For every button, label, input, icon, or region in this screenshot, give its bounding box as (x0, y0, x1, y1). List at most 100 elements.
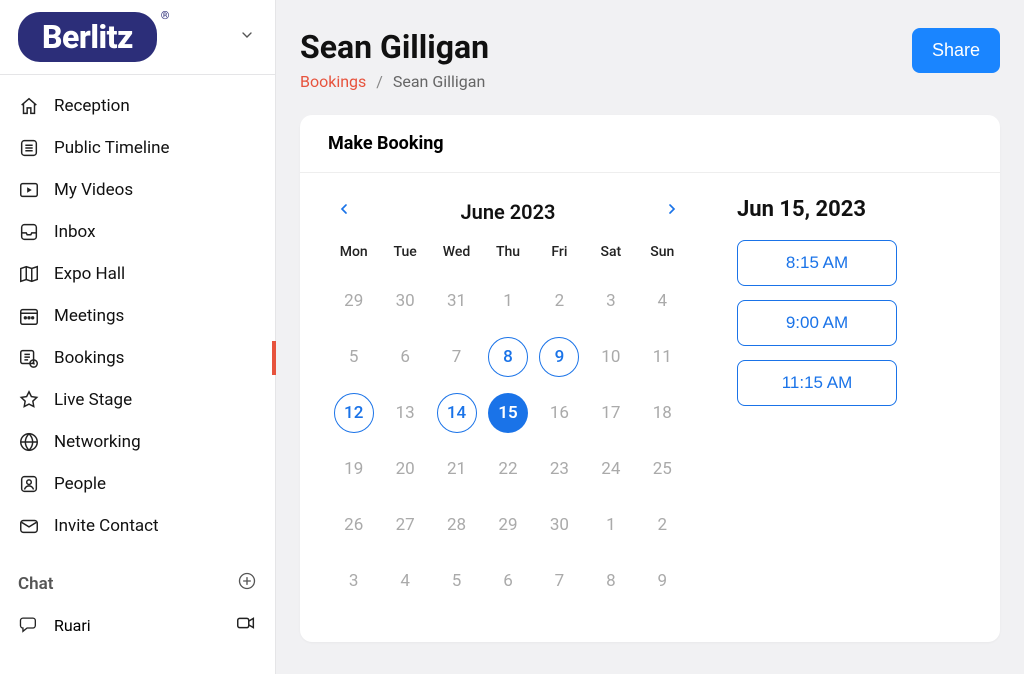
calendar-day[interactable]: 23 (539, 449, 579, 489)
time-slot-button[interactable]: 11:15 AM (737, 360, 897, 406)
calendar-day[interactable]: 13 (385, 393, 425, 433)
calendar-day[interactable]: 5 (334, 337, 374, 377)
chat-contact[interactable]: Ruari (0, 604, 275, 646)
sidebar-item-expo-hall[interactable]: Expo Hall (0, 253, 275, 295)
calendar-day[interactable]: 5 (437, 561, 477, 601)
calendar-day[interactable]: 3 (334, 561, 374, 601)
calendar-day[interactable]: 3 (591, 281, 631, 321)
sidebar-item-meetings[interactable]: Meetings (0, 295, 275, 337)
calendar-day[interactable]: 7 (437, 337, 477, 377)
logo-area: Berlitz ® (0, 0, 275, 74)
calendar-cell: 6 (379, 332, 430, 382)
calendar-day[interactable]: 11 (642, 337, 682, 377)
calendar-day[interactable]: 9 (642, 561, 682, 601)
calendar-day[interactable]: 15 (488, 393, 528, 433)
calendar-day[interactable]: 4 (385, 561, 425, 601)
calendar-cell: 10 (585, 332, 636, 382)
calendar-day[interactable]: 25 (642, 449, 682, 489)
time-slot-button[interactable]: 9:00 AM (737, 300, 897, 346)
calendar-day[interactable]: 1 (488, 281, 528, 321)
chat-header-label: Chat (18, 574, 53, 594)
brand-name: Berlitz (42, 18, 133, 56)
nav-list: ReceptionPublic TimelineMy VideosInboxEx… (0, 75, 275, 557)
calendar-cell: 2 (637, 500, 688, 550)
calendar-day[interactable]: 8 (488, 337, 528, 377)
time-slots: Jun 15, 2023 8:15 AM9:00 AM11:15 AM (737, 197, 972, 606)
calendar-day[interactable]: 28 (437, 505, 477, 545)
calendar-day[interactable]: 6 (488, 561, 528, 601)
calendar-dow: Sun (637, 244, 688, 270)
calendar-day[interactable]: 1 (591, 505, 631, 545)
calendar-cell: 29 (482, 500, 533, 550)
breadcrumb-root[interactable]: Bookings (300, 72, 366, 91)
calendar-day[interactable]: 4 (642, 281, 682, 321)
calendar-cell: 2 (534, 276, 585, 326)
calendar-cell: 16 (534, 388, 585, 438)
sidebar-item-bookings[interactable]: Bookings (0, 337, 275, 379)
calendar-cell: 18 (637, 388, 688, 438)
calendar-day[interactable]: 6 (385, 337, 425, 377)
time-slot-button[interactable]: 8:15 AM (737, 240, 897, 286)
calendar-day[interactable]: 8 (591, 561, 631, 601)
calendar-day[interactable]: 7 (539, 561, 579, 601)
calendar-day[interactable]: 26 (334, 505, 374, 545)
calendar-cell: 9 (534, 332, 585, 382)
plus-icon[interactable] (237, 571, 257, 596)
calendar-day[interactable]: 27 (385, 505, 425, 545)
calendar: June 2023 MonTueWedThuFriSatSun293031123… (328, 197, 688, 606)
calendar-day[interactable]: 9 (539, 337, 579, 377)
sidebar-item-invite-contact[interactable]: Invite Contact (0, 505, 275, 547)
calendar-day[interactable]: 31 (437, 281, 477, 321)
sidebar-item-people[interactable]: People (0, 463, 275, 505)
header-row: Sean Gilligan Bookings / Sean Gilligan S… (300, 28, 1000, 91)
calendar-day[interactable]: 24 (591, 449, 631, 489)
calendar-day[interactable]: 19 (334, 449, 374, 489)
calendar-cell: 12 (328, 388, 379, 438)
calendar-day[interactable]: 22 (488, 449, 528, 489)
sidebar-item-networking[interactable]: Networking (0, 421, 275, 463)
calendar-cell: 11 (637, 332, 688, 382)
next-month-button[interactable] (656, 197, 688, 226)
calendar-day[interactable]: 2 (539, 281, 579, 321)
share-button[interactable]: Share (912, 28, 1000, 73)
calendar-day[interactable]: 29 (334, 281, 374, 321)
calendar-day[interactable]: 16 (539, 393, 579, 433)
chat-icon (18, 614, 40, 636)
calendar-day[interactable]: 29 (488, 505, 528, 545)
calendar-cell: 7 (534, 556, 585, 606)
calendar-day[interactable]: 17 (591, 393, 631, 433)
calendar-day[interactable]: 30 (539, 505, 579, 545)
calendar-cell: 8 (585, 556, 636, 606)
prev-month-button[interactable] (328, 197, 360, 226)
page-title: Sean Gilligan (300, 28, 489, 66)
calendar-cell: 25 (637, 444, 688, 494)
booking-card: Make Booking June 2023 MonTueWedThuFriSa… (300, 115, 1000, 642)
calendar-day[interactable]: 21 (437, 449, 477, 489)
sidebar-item-live-stage[interactable]: Live Stage (0, 379, 275, 421)
sidebar-item-inbox[interactable]: Inbox (0, 211, 275, 253)
calendar-day[interactable]: 12 (334, 393, 374, 433)
calendar-day[interactable]: 10 (591, 337, 631, 377)
calendar-cell: 3 (328, 556, 379, 606)
calendar-day[interactable]: 2 (642, 505, 682, 545)
video-call-icon[interactable] (235, 612, 257, 638)
calendar-grid: MonTueWedThuFriSatSun2930311234567891011… (328, 244, 688, 606)
sidebar-item-reception[interactable]: Reception (0, 85, 275, 127)
calendar-day[interactable]: 14 (437, 393, 477, 433)
chevron-down-icon[interactable] (235, 23, 259, 51)
calendar-cell: 30 (534, 500, 585, 550)
calendar-dow: Tue (379, 244, 430, 270)
map-icon (18, 263, 40, 285)
calendar-day[interactable]: 20 (385, 449, 425, 489)
breadcrumb: Bookings / Sean Gilligan (300, 72, 489, 91)
calendar-dow: Sat (585, 244, 636, 270)
card-title: Make Booking (300, 115, 1000, 173)
cal-dots-icon (18, 305, 40, 327)
sidebar-item-public-timeline[interactable]: Public Timeline (0, 127, 275, 169)
sidebar-item-my-videos[interactable]: My Videos (0, 169, 275, 211)
calendar-dow: Wed (431, 244, 482, 270)
calendar-day[interactable]: 18 (642, 393, 682, 433)
calendar-dow: Mon (328, 244, 379, 270)
calendar-dow: Thu (482, 244, 533, 270)
calendar-day[interactable]: 30 (385, 281, 425, 321)
